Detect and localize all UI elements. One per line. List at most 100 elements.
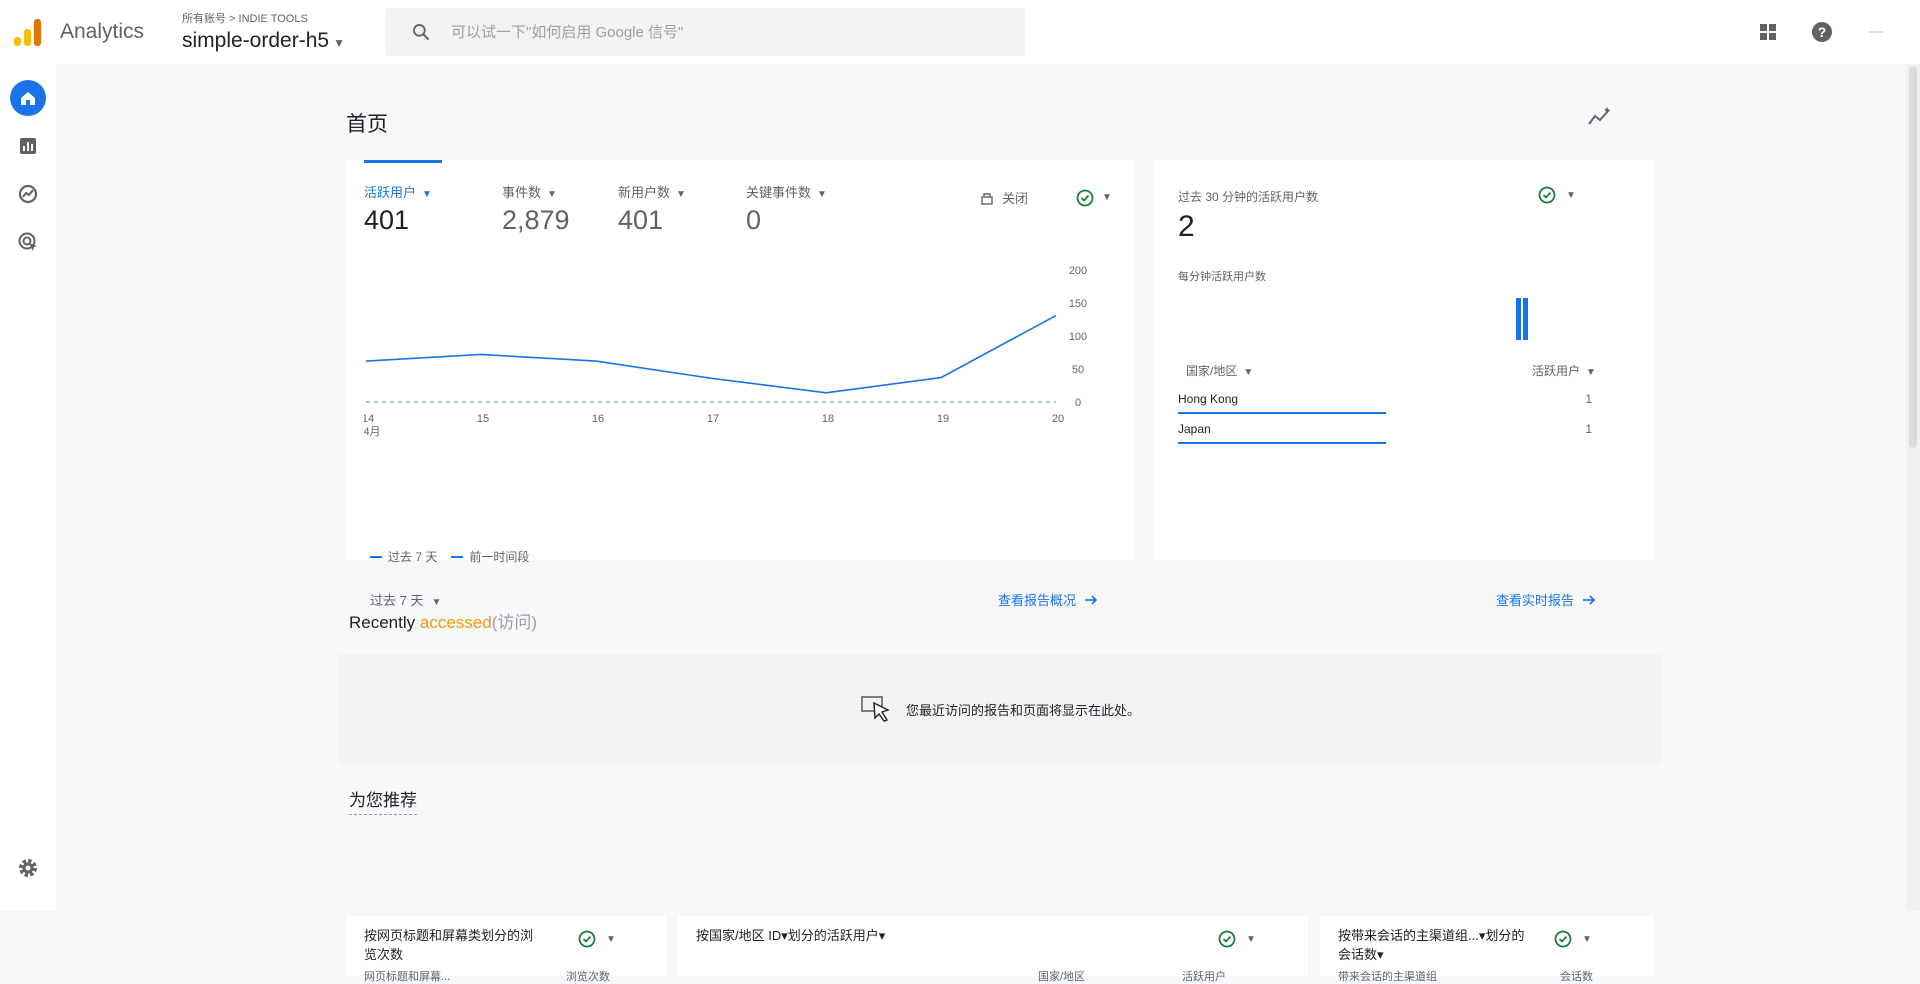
scrollbar-thumb[interactable] [1909,66,1917,448]
account-selector[interactable]: 所有账号 > INDIE TOOLS simple-order-h5▼ [182,10,345,53]
card-tools: 关闭 ▼ [980,188,1112,207]
realtime-value: 2 [1178,210,1195,244]
x-tick-sublabel: 4月 [364,426,381,438]
insights-icon[interactable] [1587,106,1613,133]
check-circle-icon[interactable] [1218,930,1236,948]
x-tick-label: 18 [822,413,834,425]
check-circle-icon[interactable] [1076,189,1094,207]
chevron-down-icon: ▼ [1586,367,1596,378]
country-name: Hong Kong [1178,392,1238,406]
legend-swatch-solid [370,556,382,558]
overview-card: 活跃用户▼ 401 事件数▼ 2,879 新用户数▼ 401 关键事件数▼ 0 … [346,160,1134,560]
top-bar: Analytics 所有账号 > INDIE TOOLS simple-orde… [0,0,1920,64]
explore-icon[interactable] [10,176,46,212]
card-tools: ▼ [1218,930,1256,948]
x-tick-label: 16 [592,413,604,425]
recent-empty-text: 您最近访问的报告和页面将显示在此处。 [906,700,1140,719]
account-icon[interactable] [1862,18,1890,46]
check-circle-icon[interactable] [1538,186,1556,204]
column-header: 活跃用户 [1182,968,1226,984]
x-tick-label: 17 [707,413,719,425]
series-line-current [366,316,1056,393]
realtime-row: Japan 1 [1178,422,1592,444]
chevron-down-icon[interactable]: ▼ [606,934,616,945]
column-header: 国家/地区 [1038,968,1085,984]
card-tools: ▼ [578,930,616,948]
recommend-card-title: 按网页标题和屏幕类划分的浏览次数 [364,926,544,964]
chevron-down-icon[interactable]: ▼ [1582,934,1592,945]
compare-toggle[interactable]: 关闭 [1002,188,1028,207]
realtime-row: Hong Kong 1 [1178,392,1592,414]
recent-empty-state: 您最近访问的报告和页面将显示在此处。 [338,654,1662,764]
card-tools: ▼ [1554,930,1592,948]
cursor-click-icon [860,694,894,724]
recommend-card-title: 按带来会话的主渠道组...▾划分的会话数▾ [1338,926,1528,964]
recent-title: Recently accessed(访问) [349,608,537,633]
y-tick-label: 100 [1069,331,1087,343]
side-rail [0,64,56,911]
home-icon[interactable] [10,80,46,116]
x-tick-label: 20 [1052,413,1064,425]
user-count: 1 [1585,392,1592,406]
recommend-card[interactable]: 按国家/地区 ID▾划分的活跃用户▾ ▼ 国家/地区 活跃用户 [678,916,1308,976]
metric-tab-indicator [364,160,442,163]
user-count: 1 [1585,422,1592,436]
search-input[interactable] [451,24,991,41]
column-header: 会话数 [1560,968,1593,984]
realtime-tools: ▼ [1538,186,1576,204]
realtime-minute-bars [1516,296,1528,340]
page-scrollbar[interactable] [1906,64,1920,911]
chevron-down-icon: ▼ [547,189,557,200]
row-bar [1178,442,1386,444]
metric-new-users[interactable]: 新用户数▼ 401 [618,182,686,236]
metric-active-users[interactable]: 活跃用户▼ 401 [364,182,432,236]
country-column-select[interactable]: 国家/地区▼ [1186,362,1253,379]
search-bar[interactable] [385,8,1025,56]
legend-item: 前一时间段 [469,548,529,565]
breadcrumb: 所有账号 > INDIE TOOLS [182,10,345,26]
realtime-subtitle: 每分钟活跃用户数 [1178,268,1266,284]
chevron-down-icon: ▼ [1243,367,1253,378]
metric-value: 401 [618,205,686,236]
metric-events[interactable]: 事件数▼ 2,879 [502,182,570,236]
chevron-down-icon[interactable]: ▼ [1246,934,1256,945]
chevron-down-icon: ▼ [333,36,345,50]
chevron-down-icon: ▼ [431,597,441,608]
arrow-right-icon [1582,593,1596,607]
help-icon[interactable]: ? [1808,18,1836,46]
metric-value: 2,879 [502,205,570,236]
reports-icon[interactable] [10,128,46,164]
realtime-card: 过去 30 分钟的活跃用户数 2 每分钟活跃用户数 国家/地区▼ 活跃用户▼ H… [1154,160,1654,560]
apps-icon[interactable] [1754,18,1782,46]
legend-swatch-dashed [451,556,463,558]
settings-icon[interactable] [16,856,40,885]
arrow-right-icon [1084,593,1098,607]
page-title: 首页 [346,108,388,138]
date-range-select[interactable]: 过去 7 天▼ [370,590,441,609]
column-header: 浏览次数 [566,968,610,984]
minute-bar [1516,298,1521,340]
chevron-down-icon[interactable]: ▼ [1102,192,1112,203]
recommend-card[interactable]: 按带来会话的主渠道组...▾划分的会话数▾ ▼ 带来会话的主渠道组 会话数 [1320,916,1654,976]
y-tick-label: 150 [1069,298,1087,310]
chevron-down-icon: ▼ [817,189,827,200]
country-name: Japan [1178,422,1211,436]
svg-text:?: ? [1818,24,1827,40]
view-realtime-link[interactable]: 查看实时报告 [1496,590,1596,609]
property-name[interactable]: simple-order-h5▼ [182,29,345,53]
metric-key-events[interactable]: 关键事件数▼ 0 [746,182,827,236]
check-circle-icon[interactable] [578,930,596,948]
view-overview-link[interactable]: 查看报告概况 [998,590,1098,609]
recommend-card[interactable]: 按网页标题和屏幕类划分的浏览次数 ▼ 网页标题和屏幕... 浏览次数 [346,916,666,976]
analytics-logo[interactable] [14,18,42,46]
metric-value: 0 [746,205,827,236]
recent-panel: 您最近访问的报告和页面将显示在此处。 [338,654,1662,764]
recommend-title: 为您推荐 [349,786,417,815]
chevron-down-icon[interactable]: ▼ [1566,190,1576,201]
line-chart: 050100150200141516171819204月 [364,258,1132,454]
column-header: 带来会话的主渠道组 [1338,968,1437,984]
users-column-select[interactable]: 活跃用户▼ [1532,362,1596,379]
compare-icon[interactable] [980,191,994,205]
check-circle-icon[interactable] [1554,930,1572,948]
advertising-icon[interactable] [10,224,46,260]
